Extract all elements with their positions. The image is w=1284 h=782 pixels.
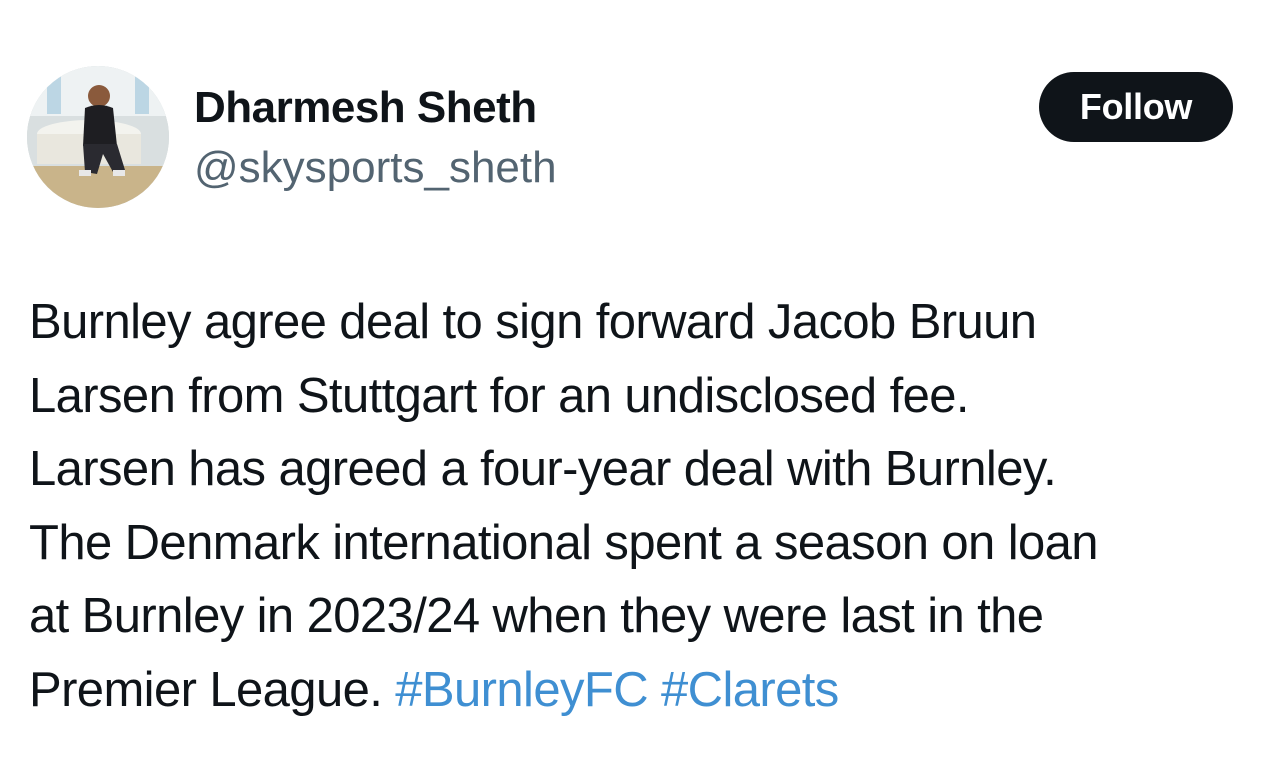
hashtag-link[interactable]: #BurnleyFC [395,663,648,717]
tweet-text: Burnley agree deal to sign forward Jacob… [29,286,1269,727]
author-display-name[interactable]: Dharmesh Sheth [194,80,537,136]
follow-button[interactable]: Follow [1039,72,1233,142]
tweet-text-line: at Burnley in 2023/24 when they were las… [29,589,1044,643]
tweet-text-line: Larsen has agreed a four-year deal with … [29,442,1057,496]
tweet-text-line: The Denmark international spent a season… [29,515,1099,570]
avatar-photo [27,66,169,208]
author-handle[interactable]: @skysports_sheth [194,140,557,196]
tweet-text-segment: Premier League. [29,662,383,717]
tweet-text-line: Burnley agree deal to sign forward Jacob… [29,295,1037,349]
tweet-text-last-line: Premier League. #BurnleyFC #Clarets [29,654,1269,728]
tweet-text-line: Larsen from Stuttgart for an undisclosed… [29,368,970,423]
hashtag-link[interactable]: #Clarets [661,663,839,717]
tweet-card: Dharmesh Sheth @skysports_sheth Follow B… [0,0,1284,782]
avatar[interactable] [27,66,169,208]
